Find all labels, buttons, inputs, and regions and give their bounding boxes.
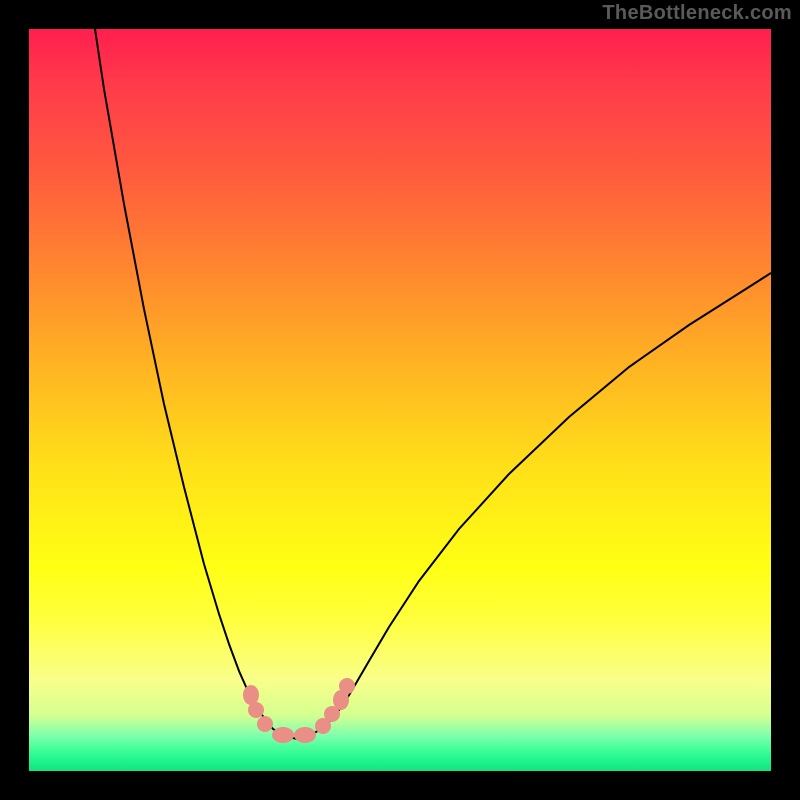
watermark-text: TheBottleneck.com <box>602 2 792 25</box>
plot-area <box>29 29 771 771</box>
background-gradient <box>29 29 771 736</box>
bottom-band <box>29 736 771 771</box>
